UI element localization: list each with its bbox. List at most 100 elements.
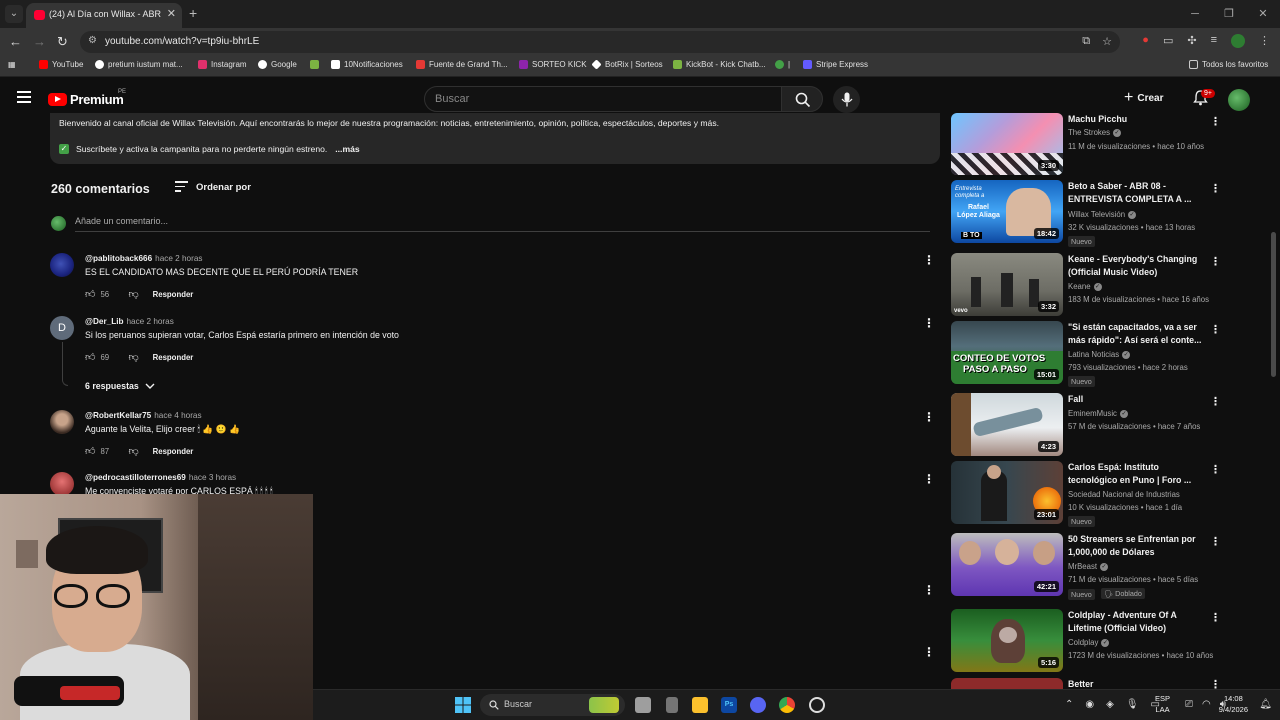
video-menu-icon[interactable]: ⋮ <box>1210 255 1221 268</box>
video-menu-icon[interactable]: ⋮ <box>1210 395 1221 408</box>
extension-card-icon[interactable]: ▭ <box>1163 34 1173 48</box>
dislike-icon[interactable]: 👎︎ <box>128 351 138 363</box>
video-thumbnail[interactable]: 5:16 <box>951 609 1063 672</box>
discord-icon[interactable] <box>750 697 766 713</box>
photoshop-icon[interactable]: Ps <box>721 697 737 713</box>
reply-button[interactable]: Responder <box>153 353 194 362</box>
video-thumbnail[interactable] <box>951 678 1063 689</box>
bookmark-google[interactable]: Google <box>258 60 297 69</box>
taskbar-search[interactable]: Buscar <box>480 694 625 716</box>
bookmark-instagram[interactable]: Instagram <box>198 60 247 69</box>
channel-name[interactable]: EminemMusic ✓ <box>1068 409 1128 418</box>
reply-button[interactable]: Responder <box>153 290 194 299</box>
show-more-link[interactable]: ...más <box>335 144 359 154</box>
video-thumbnail[interactable]: vevo 3:32 <box>951 253 1063 316</box>
video-thumbnail[interactable]: 23:01 <box>951 461 1063 524</box>
video-thumbnail[interactable]: CONTEO DE VOTOS PASO A PASO 15:01 <box>951 321 1063 384</box>
search-button[interactable] <box>781 86 823 112</box>
video-title[interactable]: Beto a Saber - ABR 08 - ENTREVISTA COMPL… <box>1068 180 1206 206</box>
site-info-icon[interactable]: ⚙ <box>88 35 97 46</box>
video-title[interactable]: Fall <box>1068 393 1206 406</box>
bookmark-whatsapp[interactable]: | <box>775 60 790 69</box>
tab-search-button[interactable]: ⌄ <box>5 5 23 23</box>
comment-avatar[interactable] <box>50 253 74 277</box>
channel-name[interactable]: Coldplay ✓ <box>1068 638 1110 647</box>
bookmark-stripe[interactable]: Stripe Express <box>803 60 868 69</box>
comment-avatar[interactable] <box>50 472 74 496</box>
address-bar[interactable]: ⚙ youtube.com/watch?v=tp9iu-bhrLE ⧉ ☆ <box>80 31 1120 53</box>
windows-start-icon[interactable] <box>455 697 471 713</box>
user-avatar[interactable] <box>1228 89 1250 111</box>
video-menu-icon[interactable]: ⋮ <box>1210 323 1221 336</box>
video-thumbnail[interactable]: 3:30 <box>951 113 1063 175</box>
app-icon[interactable] <box>666 697 678 713</box>
reply-button[interactable]: Responder <box>153 447 194 456</box>
bookmark-star-icon[interactable]: ☆ <box>1102 35 1112 48</box>
sort-comments-button[interactable]: Ordenar por <box>175 181 251 195</box>
video-description[interactable]: Bienvenido al canal oficial de Willax Te… <box>50 113 940 164</box>
logo-text[interactable]: Premium <box>70 92 124 107</box>
comment-avatar[interactable] <box>50 410 74 434</box>
new-tab-icon[interactable]: + <box>189 5 197 21</box>
voice-search-button[interactable] <box>833 86 860 113</box>
video-thumbnail[interactable]: 4:23 <box>951 393 1063 456</box>
video-title[interactable]: "Si están capacitados, va a ser más rápi… <box>1068 321 1206 347</box>
bookmark-youtube[interactable]: YouTube <box>39 60 83 69</box>
search-input[interactable]: Buscar <box>424 86 782 112</box>
channel-name[interactable]: Willax Televisión ✓ <box>1068 210 1137 219</box>
menu-icon[interactable] <box>17 91 31 106</box>
video-thumbnail[interactable]: 42:21 <box>951 533 1063 596</box>
profile-avatar-icon[interactable] <box>1231 34 1245 48</box>
show-replies-button[interactable]: 6 respuestas <box>85 381 155 391</box>
video-title[interactable]: 50 Streamers se Enfrentan por 1,000,000 … <box>1068 533 1206 559</box>
channel-name[interactable]: Keane ✓ <box>1068 282 1102 291</box>
channel-name[interactable]: The Strokes ✓ <box>1068 128 1122 137</box>
browser-menu-icon[interactable]: ⋮ <box>1259 34 1270 48</box>
extensions-puzzle-icon[interactable]: ✣ <box>1187 34 1196 48</box>
chevron-up-icon[interactable]: ⌃ <box>1065 699 1073 710</box>
minimize-icon[interactable]: ─ <box>1178 0 1212 28</box>
bookmark-leaf[interactable] <box>310 60 319 69</box>
restore-icon[interactable]: ❐ <box>1212 0 1246 28</box>
comment-author[interactable]: @RobertKellar75 hace 4 horas <box>85 411 202 420</box>
input-language[interactable]: ESP LAA <box>1155 693 1170 715</box>
browser-tab[interactable]: (24) Al Día con Willax - ABR 09 ✕ <box>26 3 182 28</box>
video-menu-icon[interactable]: ⋮ <box>1210 463 1221 476</box>
channel-name[interactable]: Sociedad Nacional de Industrias <box>1068 490 1180 499</box>
channel-name[interactable]: Latina Noticias ✓ <box>1068 350 1131 359</box>
comment-avatar[interactable]: D <box>50 316 74 340</box>
comment-menu-icon[interactable]: ⋮ <box>923 253 935 267</box>
video-title[interactable]: Machu Picchu <box>1068 113 1206 126</box>
close-window-icon[interactable]: ✕ <box>1246 0 1280 28</box>
bookmark-gta[interactable]: Fuente de Grand Th... <box>416 60 508 69</box>
clock[interactable]: 14:08 9/4/2026 <box>1219 693 1248 715</box>
bookmark-sorteo-kick[interactable]: SORTEO KICK <box>519 60 587 69</box>
comment-menu-icon[interactable]: ⋮ <box>923 645 935 659</box>
like-icon[interactable]: 👍︎ <box>85 445 95 457</box>
channel-name[interactable]: MrBeast ✓ <box>1068 562 1109 571</box>
dislike-icon[interactable]: 👎︎ <box>128 445 138 457</box>
comment-author[interactable]: @pablitoback666 hace 2 horas <box>85 254 202 263</box>
comment-author[interactable]: @Der_Lib hace 2 horas <box>85 317 174 326</box>
youtube-logo-icon[interactable] <box>48 93 67 106</box>
chrome-icon[interactable] <box>779 697 795 713</box>
bookmark-botrix[interactable]: BotRix | Sorteos <box>591 59 663 70</box>
tray-app-icon[interactable]: ◉ <box>1085 699 1094 710</box>
file-explorer-icon[interactable] <box>692 697 708 713</box>
extension-red-icon[interactable]: ● <box>1142 34 1149 48</box>
like-icon[interactable]: 👍︎ <box>85 351 95 363</box>
comment-menu-icon[interactable]: ⋮ <box>923 472 935 486</box>
dislike-icon[interactable]: 👎︎ <box>128 288 138 300</box>
video-title[interactable]: Coldplay - Adventure Of A Lifetime (Offi… <box>1068 609 1206 635</box>
reload-icon[interactable]: ↻ <box>57 34 68 50</box>
video-menu-icon[interactable]: ⋮ <box>1210 535 1221 548</box>
apps-grid-icon[interactable]: ▦ <box>8 60 16 69</box>
tray-mic-icon[interactable]: 🎙︎ <box>1126 699 1139 710</box>
comment-menu-icon[interactable]: ⋮ <box>923 316 935 330</box>
notification-center-icon[interactable]: 🔔︎ <box>1259 699 1272 710</box>
comment-menu-icon[interactable]: ⋮ <box>923 410 935 424</box>
video-title[interactable]: Keane - Everybody's Changing (Official M… <box>1068 253 1206 279</box>
create-button[interactable]: + Crear <box>1124 89 1163 107</box>
app-circle-icon[interactable] <box>809 697 825 713</box>
comment-menu-icon[interactable]: ⋮ <box>923 583 935 597</box>
